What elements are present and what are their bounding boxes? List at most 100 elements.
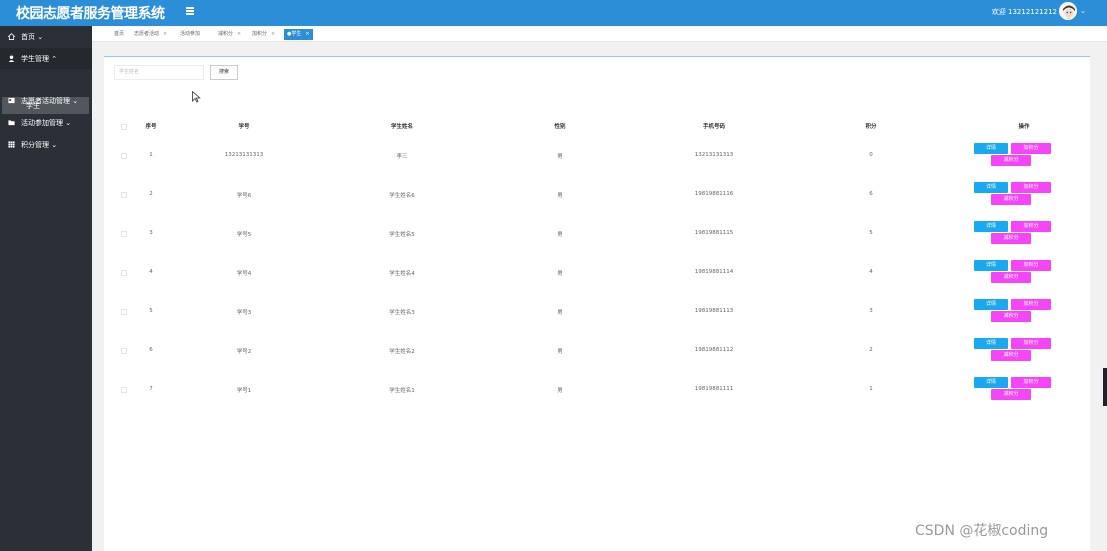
cell-gender: 男 (557, 154, 563, 160)
row-checkbox[interactable] (121, 387, 127, 393)
select-all-checkbox[interactable] (121, 124, 127, 130)
row-checkbox[interactable] (121, 309, 127, 315)
scrollbar[interactable] (1103, 368, 1107, 406)
cell-student-no: 学号5 (236, 232, 252, 238)
tab-volunteer-activity[interactable]: 志愿者活动 × (134, 29, 167, 40)
cell-gender: 男 (557, 193, 563, 199)
tab-sub-points[interactable]: 减积分 × (218, 29, 241, 40)
row-checkbox[interactable] (121, 231, 127, 237)
cell-gender: 男 (557, 310, 563, 316)
cell-phone: 19819881112 (694, 347, 734, 353)
table-row: 2 学号6 学生姓名6 男 19819881116 6 详情 加积分 减积分 (104, 182, 1090, 219)
home-icon (8, 33, 15, 40)
header-phone: 手机号码 (702, 124, 725, 130)
add-points-button[interactable]: 加积分 (1011, 143, 1051, 154)
tab-activity-join[interactable]: 活动参加 (180, 29, 200, 40)
mouse-cursor-icon (192, 91, 201, 103)
cell-seq: 6 (149, 347, 153, 353)
detail-button[interactable]: 详情 (974, 260, 1008, 271)
cell-points: 2 (869, 347, 873, 353)
cell-student-no: 学号1 (236, 388, 252, 394)
cell-gender: 男 (557, 388, 563, 394)
cell-phone: 13213131313 (694, 152, 734, 158)
sub-points-button[interactable]: 减积分 (991, 194, 1031, 205)
tab-students[interactable]: ●学生 × (284, 29, 313, 40)
table-row: 7 学号1 学生姓名1 男 19819881111 1 详情 加积分 减积分 (104, 377, 1090, 414)
detail-button[interactable]: 详情 (974, 182, 1008, 193)
grid-icon (8, 141, 15, 148)
table-row: 5 学号3 学生姓名3 男 19819881113 3 详情 加积分 减积分 (104, 299, 1090, 336)
add-points-button[interactable]: 加积分 (1011, 377, 1051, 388)
tab-home[interactable]: 首页 (114, 29, 124, 40)
cell-name: 学生姓名2 (389, 349, 415, 355)
add-points-button[interactable]: 加积分 (1011, 299, 1051, 310)
cell-seq: 1 (149, 152, 153, 158)
cell-gender: 男 (557, 232, 563, 238)
cell-gender: 男 (557, 349, 563, 355)
cell-seq: 2 (149, 191, 153, 197)
sidebar-item-volunteer-activity[interactable]: 志愿者活动管理 ⌄ (0, 90, 92, 111)
header-seq: 序号 (145, 124, 157, 130)
search-input[interactable]: 学生姓名 (114, 65, 204, 80)
detail-button[interactable]: 详情 (974, 143, 1008, 154)
sub-points-button[interactable]: 减积分 (991, 272, 1031, 283)
row-checkbox[interactable] (121, 153, 127, 159)
header-actions: 操作 (1018, 124, 1030, 130)
sub-points-button[interactable]: 减积分 (991, 350, 1031, 361)
sidebar-item-label: 志愿者活动管理 (21, 97, 70, 105)
close-icon[interactable]: × (237, 31, 241, 37)
header-student-no: 学号 (238, 124, 250, 130)
cell-student-no: 学号2 (236, 349, 252, 355)
user-icon (8, 55, 15, 62)
add-points-button[interactable]: 加积分 (1011, 260, 1051, 271)
sidebar-item-students[interactable]: 学生管理 ⌃ (0, 48, 92, 69)
detail-button[interactable]: 详情 (974, 338, 1008, 349)
add-points-button[interactable]: 加积分 (1011, 182, 1051, 193)
sub-points-button[interactable]: 减积分 (991, 155, 1031, 166)
sidebar-item-points[interactable]: 积分管理 ⌄ (0, 134, 92, 155)
sub-points-button[interactable]: 减积分 (991, 233, 1031, 244)
cell-student-no: 13213131313 (224, 152, 264, 158)
cell-student-no: 学号4 (236, 271, 252, 277)
tab-bar: 首页 志愿者活动 × 活动参加 减积分 × 加积分 × ●学生 × (92, 26, 1107, 42)
add-points-button[interactable]: 加积分 (1011, 338, 1051, 349)
cell-student-no: 学号6 (236, 193, 252, 199)
welcome-text: 欢迎 13212121212 (991, 8, 1057, 16)
close-icon[interactable]: × (163, 31, 167, 37)
add-points-button[interactable]: 加积分 (1011, 221, 1051, 232)
header-points: 积分 (865, 124, 877, 130)
card-icon (8, 97, 15, 104)
row-checkbox[interactable] (121, 270, 127, 276)
sidebar-item-label: 首页 (21, 33, 35, 41)
cell-name: 学生姓名4 (389, 271, 415, 277)
cell-seq: 3 (149, 230, 153, 236)
search-button[interactable]: 搜索 (210, 65, 238, 80)
close-icon[interactable]: × (271, 31, 275, 37)
table-row: 4 学号4 学生姓名4 男 19819881114 4 详情 加积分 减积分 (104, 260, 1090, 297)
detail-button[interactable]: 详情 (974, 377, 1008, 388)
chevron-down-icon[interactable]: ⌄ (1080, 7, 1086, 15)
cell-points: 1 (869, 386, 873, 392)
sidebar: 首页 ⌄ 学生管理 ⌃ 学生 志愿者活动管理 ⌄ 活动参加管理 ⌄ 积分管理 ⌄ (0, 26, 92, 551)
cell-phone: 19819881116 (694, 191, 734, 197)
menu-toggle-icon[interactable] (186, 6, 195, 18)
content-panel: 学生姓名 搜索 序号 学号 学生姓名 性别 手机号码 积分 操作 1 132131… (104, 56, 1090, 551)
cell-phone: 19819881114 (694, 269, 734, 275)
sub-points-button[interactable]: 减积分 (991, 389, 1031, 400)
cell-name: 学生姓名3 (389, 310, 415, 316)
cell-gender: 男 (557, 271, 563, 277)
avatar[interactable] (1059, 2, 1077, 20)
tab-add-points[interactable]: 加积分 × (252, 29, 275, 40)
detail-button[interactable]: 详情 (974, 221, 1008, 232)
close-icon[interactable]: × (305, 31, 309, 37)
cell-student-no: 学号3 (236, 310, 252, 316)
detail-button[interactable]: 详情 (974, 299, 1008, 310)
sidebar-item-home[interactable]: 首页 ⌄ (0, 26, 92, 47)
cell-name: 李三 (396, 154, 408, 160)
row-checkbox[interactable] (121, 348, 127, 354)
row-checkbox[interactable] (121, 192, 127, 198)
cell-phone: 19819881115 (694, 230, 734, 236)
cell-name: 学生姓名5 (389, 232, 415, 238)
sidebar-item-activity-join[interactable]: 活动参加管理 ⌄ (0, 112, 92, 133)
sub-points-button[interactable]: 减积分 (991, 311, 1031, 322)
